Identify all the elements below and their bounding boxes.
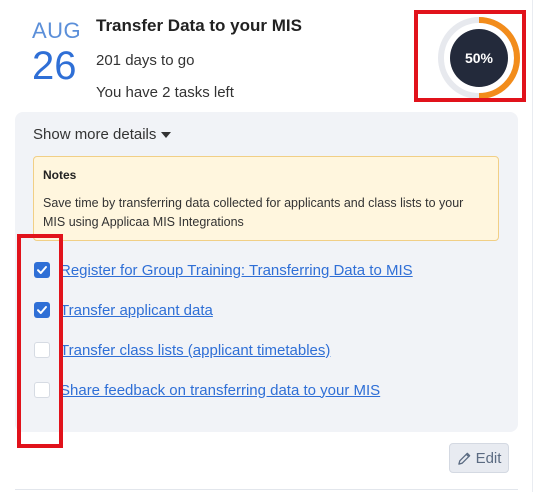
edit-label: Edit	[475, 449, 502, 467]
task-link-transfer-applicant-data[interactable]: Transfer applicant data	[60, 302, 213, 319]
notes-box: Notes Save time by transferring data col…	[33, 156, 499, 241]
highlight-box-checkboxes	[17, 234, 63, 448]
show-more-label: Show more details	[33, 126, 157, 143]
tasks-left: You have 2 tasks left	[96, 84, 234, 101]
notes-body: Save time by transferring data collected…	[43, 196, 464, 229]
edit-button[interactable]: Edit	[449, 443, 509, 473]
task-item: Register for Group Training: Transferrin…	[34, 260, 413, 280]
caret-down-icon	[161, 131, 172, 138]
notes-title: Notes	[43, 168, 77, 182]
due-month: AUG	[32, 18, 82, 43]
task-link-transfer-class-lists[interactable]: Transfer class lists (applicant timetabl…	[60, 342, 330, 359]
divider	[15, 489, 518, 490]
task-title: Transfer Data to your MIS	[96, 16, 302, 35]
task-link-register-training[interactable]: Register for Group Training: Transferrin…	[60, 262, 413, 279]
panel-edge	[532, 0, 533, 492]
due-day: 26	[32, 44, 77, 88]
highlight-box-progress	[414, 10, 526, 102]
days-to-go: 201 days to go	[96, 52, 195, 69]
task-link-share-feedback[interactable]: Share feedback on transferring data to y…	[60, 382, 380, 399]
task-item: Transfer class lists (applicant timetabl…	[34, 340, 330, 360]
pencil-icon	[457, 452, 470, 465]
show-more-details-toggle[interactable]: Show more details	[33, 126, 172, 143]
task-item: Share feedback on transferring data to y…	[34, 380, 380, 400]
